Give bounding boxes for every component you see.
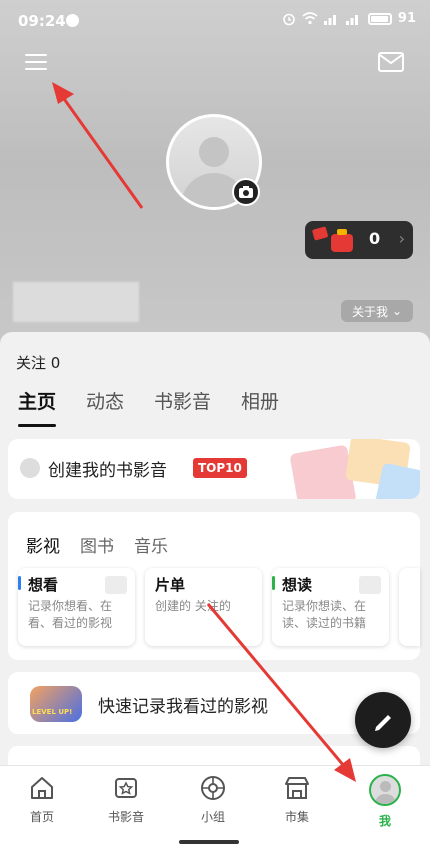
accent-bar [272,576,275,590]
shop-icon [285,777,309,799]
tab-books[interactable]: 图书 [80,532,114,557]
nav-group-label: 小组 [200,810,225,824]
want-to-read-card[interactable]: 想读 记录你想读、在读、读过的书籍 [272,568,389,646]
mail-icon[interactable] [378,52,404,72]
wifi-icon [302,12,318,25]
nav-me[interactable]: 我 [355,774,415,829]
signal-icon [323,14,336,25]
want-to-watch-card[interactable]: 想看 记录你想看、在看、看过的影视 [18,568,135,646]
edit-fab-button[interactable] [355,692,411,748]
want-to-watch-desc: 记录你想看、在看、看过的影视 [28,599,113,630]
create-collection-card[interactable]: 创建我的书影音 TOP10 [8,439,420,499]
active-tab-indicator [18,424,56,427]
username-blurred [13,282,139,322]
nav-me-label: 我 [378,814,391,828]
gift-counter-button[interactable]: 0 › [305,221,413,259]
nav-books-movies-music[interactable]: 书影音 [96,774,156,825]
notification-dot-icon [66,14,79,27]
tv-icon [105,576,127,594]
nav-market-label: 市集 [284,810,309,824]
quick-record-text: 快速记录我看过的影视 [98,697,268,717]
home-icon [31,777,53,799]
profile-tabs: 主页 动态 书影音 相册 [18,387,279,414]
bottom-navigation: 首页 书影音 小组 市集 我 [0,765,430,860]
avatar-icon [369,774,401,806]
follow-count[interactable]: 关注 0 [16,352,60,373]
hamburger-menu-icon[interactable] [25,54,47,74]
create-collection-text: 创建我的书影音 [48,461,167,481]
about-me-label: 关于我 [351,304,388,319]
chevron-down-icon: ⌄ [391,304,403,318]
status-time: 09:24 [18,12,66,30]
alarm-icon [283,13,295,25]
home-indicator [179,840,239,844]
want-to-read-desc: 记录你想读、在读、读过的书籍 [282,599,367,630]
tab-books-movies-music[interactable]: 书影音 [154,387,211,414]
media-card: 影视 图书 音乐 想看 记录你想看、在看、看过的影视 片单 创建的 关注的 想读… [8,512,420,660]
want-to-read-title: 想读 [282,576,313,594]
chevron-right-icon: › [398,229,405,248]
media-tabs: 影视 图书 音乐 [26,532,168,557]
tab-home[interactable]: 主页 [18,387,56,414]
pencil-icon [375,715,391,731]
status-icons: 91 [282,11,416,26]
battery-level: 91 [397,11,416,26]
group-icon [201,776,225,800]
playlist-desc: 创建的 关注的 [155,599,231,613]
next-card-peek[interactable] [399,568,420,646]
book-icon [359,576,381,594]
nav-books-movies-music-label: 书影音 [107,810,144,824]
tab-activity[interactable]: 动态 [86,387,124,414]
about-me-button[interactable]: 关于我 ⌄ [341,300,413,322]
accent-bar [18,576,21,590]
nav-home[interactable]: 首页 [12,774,72,825]
battery-icon [367,12,392,25]
level-up-rocket-icon: LEVEL UP! [30,686,82,722]
gift-count: 0 [369,229,381,248]
playlist-title: 片单 [155,576,186,594]
star-card-icon [115,778,137,798]
camera-glyph [239,186,253,198]
status-bar: 09:24 91 [0,0,430,44]
camera-icon[interactable] [232,178,260,206]
tab-music[interactable]: 音乐 [134,532,168,557]
top10-badge: TOP10 [193,458,247,478]
avatar-head-shape [199,137,229,167]
level-up-label: LEVEL UP! [32,708,73,716]
playlist-card[interactable]: 片单 创建的 关注的 [145,568,262,646]
tab-album[interactable]: 相册 [241,387,279,414]
tab-film-tv[interactable]: 影视 [26,532,60,557]
nav-home-label: 首页 [29,810,54,824]
nav-group[interactable]: 小组 [183,774,243,825]
gift-icon [312,226,353,252]
nav-market[interactable]: 市集 [267,774,327,825]
want-to-watch-title: 想看 [28,576,59,594]
signal-icon-2 [345,14,358,25]
small-avatar [20,458,40,478]
